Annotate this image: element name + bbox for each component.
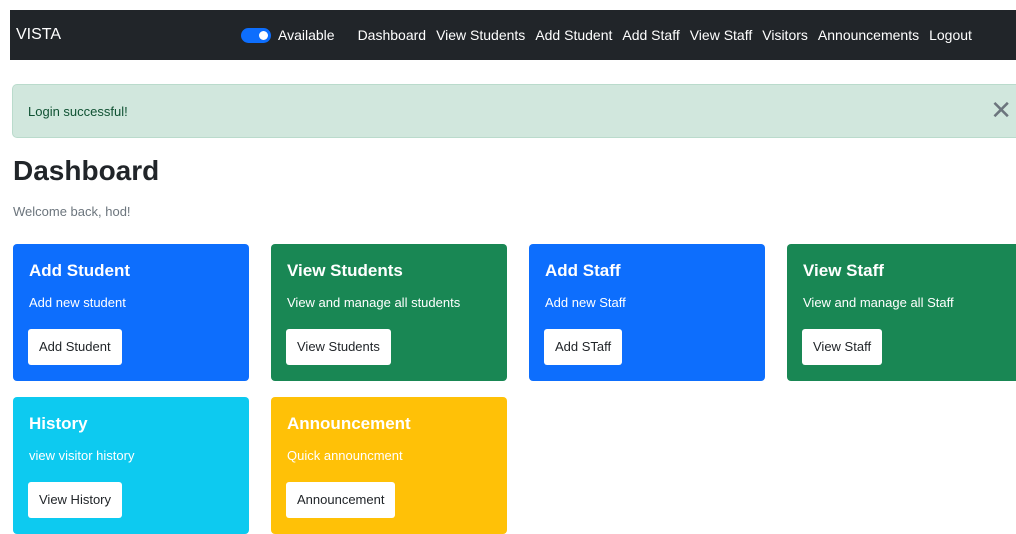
card-text: View and manage all Staff (803, 295, 954, 310)
card-view-students: View Students View and manage all studen… (271, 244, 507, 381)
toggle-knob (259, 30, 268, 40)
nav-link-view-students[interactable]: View Students (436, 27, 525, 43)
availability-toggle[interactable] (241, 27, 271, 43)
card-title: Add Student (29, 261, 131, 280)
card-view-staff: View Staff View and manage all Staff Vie… (787, 244, 1016, 381)
card-add-student: Add Student Add new student Add Student (13, 244, 249, 381)
view-history-button[interactable]: View History (28, 482, 123, 518)
card-text: Quick announcment (287, 448, 403, 463)
view-staff-button[interactable]: View Staff (802, 329, 883, 365)
announcement-button[interactable]: Announcement (286, 482, 396, 518)
card-title: Add Staff (545, 261, 621, 280)
card-add-staff: Add Staff Add new Staff Add STaff (529, 244, 765, 381)
page-title: Dashboard (13, 155, 160, 186)
close-icon[interactable]: ✕ (990, 98, 1012, 124)
add-staff-button[interactable]: Add STaff (544, 329, 623, 365)
card-text: Add new student (29, 295, 126, 310)
card-title: View Students (287, 261, 403, 280)
card-title: View Staff (803, 261, 884, 280)
nav-link-add-student[interactable]: Add Student (535, 27, 612, 43)
card-title: Announcement (287, 414, 411, 433)
nav-link-view-staff[interactable]: View Staff (690, 27, 753, 43)
nav-menu: Available Dashboard View Students Add St… (241, 10, 982, 60)
card-announcement: Announcement Quick announcment Announcem… (271, 397, 507, 534)
navbar: VISTA Available Dashboard View Students … (10, 10, 1016, 60)
card-text: Add new Staff (545, 295, 626, 310)
add-student-button[interactable]: Add Student (28, 329, 122, 365)
card-text: view visitor history (29, 448, 135, 463)
availability-label: Available (278, 27, 335, 43)
card-title: History (29, 414, 88, 433)
success-alert: Login successful! ✕ (12, 84, 1016, 138)
alert-message: Login successful! (28, 104, 128, 119)
nav-link-dashboard[interactable]: Dashboard (358, 27, 427, 43)
nav-link-logout[interactable]: Logout (929, 27, 972, 43)
nav-link-visitors[interactable]: Visitors (762, 27, 808, 43)
nav-link-announcements[interactable]: Announcements (818, 27, 919, 43)
view-students-button[interactable]: View Students (286, 329, 391, 365)
nav-link-add-staff[interactable]: Add Staff (622, 27, 679, 43)
card-text: View and manage all students (287, 295, 461, 310)
brand-logo[interactable]: VISTA (16, 26, 61, 44)
card-history: History view visitor history View Histor… (13, 397, 249, 534)
welcome-text: Welcome back, hod! (13, 204, 131, 219)
